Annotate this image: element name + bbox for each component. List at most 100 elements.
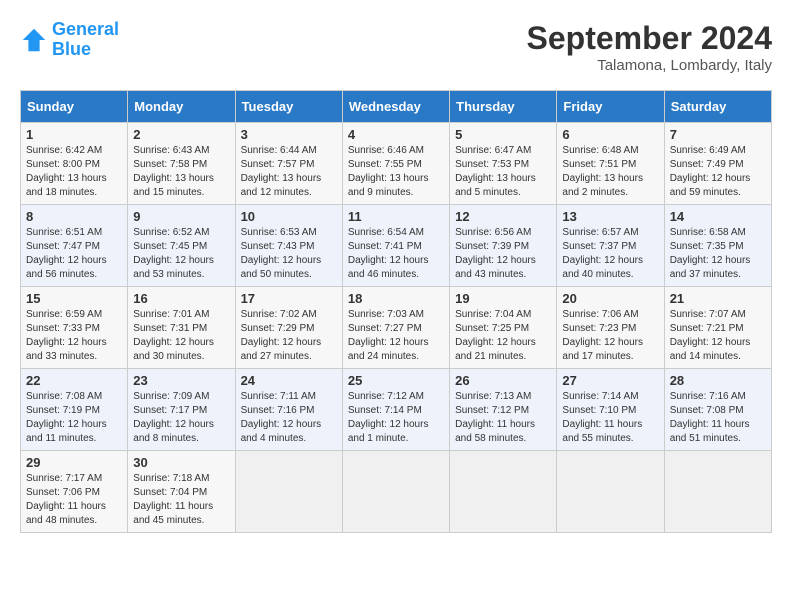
calendar-cell: 3 Sunrise: 6:44 AM Sunset: 7:57 PM Dayli… [235,123,342,205]
calendar-cell: 14 Sunrise: 6:58 AM Sunset: 7:35 PM Dayl… [664,205,771,287]
day-number: 26 [455,373,551,388]
calendar-cell: 7 Sunrise: 6:49 AM Sunset: 7:49 PM Dayli… [664,123,771,205]
day-info: Sunrise: 6:56 AM Sunset: 7:39 PM Dayligh… [455,226,551,282]
day-info: Sunrise: 7:11 AM Sunset: 7:16 PM Dayligh… [241,390,337,446]
day-number: 16 [133,291,229,306]
calendar-cell: 22 Sunrise: 7:08 AM Sunset: 7:19 PM Dayl… [21,369,128,451]
day-number: 30 [133,455,229,470]
logo-blue: Blue [52,39,91,59]
calendar-cell: 6 Sunrise: 6:48 AM Sunset: 7:51 PM Dayli… [557,123,664,205]
day-number: 15 [26,291,122,306]
logo-icon [20,26,48,54]
calendar-cell: 15 Sunrise: 6:59 AM Sunset: 7:33 PM Dayl… [21,287,128,369]
day-info: Sunrise: 6:48 AM Sunset: 7:51 PM Dayligh… [562,144,658,200]
calendar-cell: 24 Sunrise: 7:11 AM Sunset: 7:16 PM Dayl… [235,369,342,451]
day-info: Sunrise: 7:06 AM Sunset: 7:23 PM Dayligh… [562,308,658,364]
day-number: 27 [562,373,658,388]
day-number: 1 [26,127,122,142]
calendar-week-row: 22 Sunrise: 7:08 AM Sunset: 7:19 PM Dayl… [21,369,772,451]
logo-text: General Blue [52,20,119,60]
day-number: 11 [348,209,444,224]
day-info: Sunrise: 6:49 AM Sunset: 7:49 PM Dayligh… [670,144,766,200]
weekday-header-thursday: Thursday [450,91,557,123]
title-block: September 2024 Talamona, Lombardy, Italy [527,20,772,74]
day-number: 6 [562,127,658,142]
day-number: 25 [348,373,444,388]
calendar-cell: 11 Sunrise: 6:54 AM Sunset: 7:41 PM Dayl… [342,205,449,287]
day-info: Sunrise: 6:44 AM Sunset: 7:57 PM Dayligh… [241,144,337,200]
day-number: 24 [241,373,337,388]
day-info: Sunrise: 6:58 AM Sunset: 7:35 PM Dayligh… [670,226,766,282]
weekday-header-row: SundayMondayTuesdayWednesdayThursdayFrid… [21,91,772,123]
day-number: 8 [26,209,122,224]
day-info: Sunrise: 7:07 AM Sunset: 7:21 PM Dayligh… [670,308,766,364]
calendar-cell: 23 Sunrise: 7:09 AM Sunset: 7:17 PM Dayl… [128,369,235,451]
calendar-week-row: 8 Sunrise: 6:51 AM Sunset: 7:47 PM Dayli… [21,205,772,287]
day-info: Sunrise: 6:53 AM Sunset: 7:43 PM Dayligh… [241,226,337,282]
calendar-cell [450,451,557,533]
calendar-cell: 27 Sunrise: 7:14 AM Sunset: 7:10 PM Dayl… [557,369,664,451]
calendar-cell: 8 Sunrise: 6:51 AM Sunset: 7:47 PM Dayli… [21,205,128,287]
calendar-cell [664,451,771,533]
day-number: 14 [670,209,766,224]
day-info: Sunrise: 7:02 AM Sunset: 7:29 PM Dayligh… [241,308,337,364]
day-number: 5 [455,127,551,142]
day-info: Sunrise: 7:17 AM Sunset: 7:06 PM Dayligh… [26,472,122,528]
day-number: 22 [26,373,122,388]
weekday-header-saturday: Saturday [664,91,771,123]
day-number: 23 [133,373,229,388]
day-number: 2 [133,127,229,142]
logo: General Blue [20,20,119,60]
day-info: Sunrise: 6:42 AM Sunset: 8:00 PM Dayligh… [26,144,122,200]
day-info: Sunrise: 7:04 AM Sunset: 7:25 PM Dayligh… [455,308,551,364]
location-title: Talamona, Lombardy, Italy [527,57,772,74]
day-number: 29 [26,455,122,470]
day-number: 19 [455,291,551,306]
weekday-header-monday: Monday [128,91,235,123]
day-info: Sunrise: 6:54 AM Sunset: 7:41 PM Dayligh… [348,226,444,282]
day-number: 13 [562,209,658,224]
weekday-header-sunday: Sunday [21,91,128,123]
calendar-cell: 30 Sunrise: 7:18 AM Sunset: 7:04 PM Dayl… [128,451,235,533]
day-info: Sunrise: 6:51 AM Sunset: 7:47 PM Dayligh… [26,226,122,282]
page-header: General Blue September 2024 Talamona, Lo… [20,20,772,74]
month-title: September 2024 [527,20,772,57]
weekday-header-friday: Friday [557,91,664,123]
day-number: 21 [670,291,766,306]
calendar-cell: 17 Sunrise: 7:02 AM Sunset: 7:29 PM Dayl… [235,287,342,369]
calendar-cell: 18 Sunrise: 7:03 AM Sunset: 7:27 PM Dayl… [342,287,449,369]
day-number: 20 [562,291,658,306]
day-number: 7 [670,127,766,142]
logo-general: General [52,19,119,39]
calendar-cell: 5 Sunrise: 6:47 AM Sunset: 7:53 PM Dayli… [450,123,557,205]
day-info: Sunrise: 7:18 AM Sunset: 7:04 PM Dayligh… [133,472,229,528]
weekday-header-tuesday: Tuesday [235,91,342,123]
calendar-cell: 21 Sunrise: 7:07 AM Sunset: 7:21 PM Dayl… [664,287,771,369]
day-info: Sunrise: 7:12 AM Sunset: 7:14 PM Dayligh… [348,390,444,446]
calendar-cell: 25 Sunrise: 7:12 AM Sunset: 7:14 PM Dayl… [342,369,449,451]
day-number: 3 [241,127,337,142]
day-number: 12 [455,209,551,224]
calendar-cell: 9 Sunrise: 6:52 AM Sunset: 7:45 PM Dayli… [128,205,235,287]
calendar-cell: 29 Sunrise: 7:17 AM Sunset: 7:06 PM Dayl… [21,451,128,533]
calendar-cell: 28 Sunrise: 7:16 AM Sunset: 7:08 PM Dayl… [664,369,771,451]
day-info: Sunrise: 7:03 AM Sunset: 7:27 PM Dayligh… [348,308,444,364]
day-info: Sunrise: 6:57 AM Sunset: 7:37 PM Dayligh… [562,226,658,282]
day-info: Sunrise: 7:16 AM Sunset: 7:08 PM Dayligh… [670,390,766,446]
day-info: Sunrise: 6:47 AM Sunset: 7:53 PM Dayligh… [455,144,551,200]
calendar-cell: 13 Sunrise: 6:57 AM Sunset: 7:37 PM Dayl… [557,205,664,287]
day-info: Sunrise: 7:14 AM Sunset: 7:10 PM Dayligh… [562,390,658,446]
day-info: Sunrise: 6:46 AM Sunset: 7:55 PM Dayligh… [348,144,444,200]
calendar-week-row: 1 Sunrise: 6:42 AM Sunset: 8:00 PM Dayli… [21,123,772,205]
calendar-cell [342,451,449,533]
day-info: Sunrise: 6:52 AM Sunset: 7:45 PM Dayligh… [133,226,229,282]
day-number: 28 [670,373,766,388]
calendar-week-row: 29 Sunrise: 7:17 AM Sunset: 7:06 PM Dayl… [21,451,772,533]
calendar-cell: 2 Sunrise: 6:43 AM Sunset: 7:58 PM Dayli… [128,123,235,205]
day-number: 17 [241,291,337,306]
day-info: Sunrise: 7:13 AM Sunset: 7:12 PM Dayligh… [455,390,551,446]
calendar-cell: 26 Sunrise: 7:13 AM Sunset: 7:12 PM Dayl… [450,369,557,451]
day-number: 9 [133,209,229,224]
day-info: Sunrise: 7:01 AM Sunset: 7:31 PM Dayligh… [133,308,229,364]
calendar-week-row: 15 Sunrise: 6:59 AM Sunset: 7:33 PM Dayl… [21,287,772,369]
